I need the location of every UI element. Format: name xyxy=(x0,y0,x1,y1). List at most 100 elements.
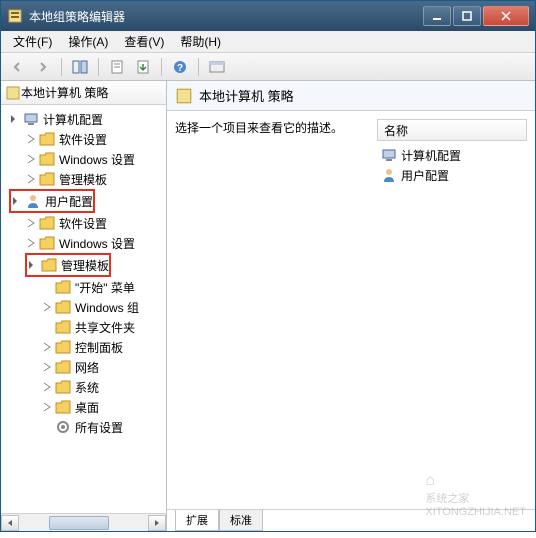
detail-tabs: 扩展 标准 xyxy=(167,509,535,531)
tree-node-computer-config[interactable]: 计算机配置 xyxy=(1,109,166,129)
detail-body: 选择一个项目来查看它的描述。 名称 计算机配置 用户配置 xyxy=(167,111,535,509)
tree-header: 本地计算机 策略 xyxy=(1,81,166,105)
tree-label: Windows 设置 xyxy=(59,151,135,168)
expander-icon[interactable] xyxy=(25,237,37,249)
detail-panel: 本地计算机 策略 选择一个项目来查看它的描述。 名称 计算机配置 用户配置 xyxy=(167,81,535,531)
window-title: 本地组策略编辑器 xyxy=(29,8,423,25)
show-hide-console-button[interactable] xyxy=(68,56,92,78)
detail-description: 选择一个项目来查看它的描述。 xyxy=(175,119,377,501)
policy-icon xyxy=(5,85,21,101)
menubar: 文件(F) 操作(A) 查看(V) 帮助(H) xyxy=(1,31,535,53)
expander-icon[interactable] xyxy=(25,153,37,165)
expander-icon[interactable] xyxy=(9,113,21,125)
tree-label: 共享文件夹 xyxy=(75,319,135,336)
tree-label: Windows 设置 xyxy=(59,235,135,252)
expander-icon[interactable] xyxy=(25,133,37,145)
tree-node-software-settings[interactable]: 软件设置 xyxy=(1,129,166,149)
scroll-right-button[interactable] xyxy=(148,515,166,531)
tree-label: 控制面板 xyxy=(75,339,123,356)
folder-icon xyxy=(39,132,55,146)
tab-extended[interactable]: 扩展 xyxy=(175,510,219,531)
tree-node-shared-folders[interactable]: 共享文件夹 xyxy=(1,317,166,337)
content-area: 本地计算机 策略 计算机配置 软件设置 Windows 设置 xyxy=(1,81,535,531)
list-item-computer-config[interactable]: 计算机配置 xyxy=(377,145,527,165)
folder-icon xyxy=(55,400,71,414)
tree-label: 网络 xyxy=(75,359,99,376)
separator xyxy=(161,58,162,76)
expander-icon[interactable] xyxy=(41,361,53,373)
tree-label: "开始" 菜单 xyxy=(75,279,135,296)
filter-button[interactable] xyxy=(205,56,229,78)
folder-icon xyxy=(39,172,55,186)
separator xyxy=(198,58,199,76)
expander-icon[interactable] xyxy=(27,259,39,271)
properties-button[interactable] xyxy=(105,56,129,78)
folder-icon xyxy=(55,340,71,354)
expander-icon[interactable] xyxy=(41,381,53,393)
folder-icon xyxy=(55,380,71,394)
expander-icon[interactable] xyxy=(41,341,53,353)
help-button[interactable]: ? xyxy=(168,56,192,78)
tree-node-start-menu[interactable]: "开始" 菜单 xyxy=(1,277,166,297)
separator xyxy=(98,58,99,76)
expander-icon[interactable] xyxy=(11,195,23,207)
tree-node-user-config[interactable]: 用户配置 xyxy=(11,191,93,211)
minimize-button[interactable] xyxy=(423,6,451,26)
tree-label: 桌面 xyxy=(75,399,99,416)
tree-root-label: 本地计算机 策略 xyxy=(21,84,108,101)
tree-label: 所有设置 xyxy=(75,419,123,436)
folder-icon xyxy=(55,320,71,334)
tree-node-admin-templates-2[interactable]: 管理模板 xyxy=(27,255,109,275)
expander-spacer xyxy=(41,421,53,433)
expander-icon[interactable] xyxy=(41,401,53,413)
expander-icon[interactable] xyxy=(41,301,53,313)
tree-node-system[interactable]: 系统 xyxy=(1,377,166,397)
tree-label: 管理模板 xyxy=(59,171,107,188)
tree-node-windows-components[interactable]: Windows 组 xyxy=(1,297,166,317)
detail-list: 名称 计算机配置 用户配置 xyxy=(377,119,527,501)
menu-view[interactable]: 查看(V) xyxy=(116,31,172,52)
tree-node-network[interactable]: 网络 xyxy=(1,357,166,377)
tree-scrollbar-horizontal[interactable] xyxy=(1,513,166,531)
computer-icon xyxy=(23,111,39,127)
menu-action[interactable]: 操作(A) xyxy=(60,31,116,52)
svg-text:?: ? xyxy=(177,63,183,74)
settings-icon xyxy=(55,419,71,435)
list-item-user-config[interactable]: 用户配置 xyxy=(377,165,527,185)
close-button[interactable] xyxy=(483,6,529,26)
tree-node-desktop[interactable]: 桌面 xyxy=(1,397,166,417)
menu-help[interactable]: 帮助(H) xyxy=(172,31,229,52)
user-icon xyxy=(381,167,397,183)
tree-node-software-settings-2[interactable]: 软件设置 xyxy=(1,213,166,233)
menu-file[interactable]: 文件(F) xyxy=(5,31,60,52)
toolbar: ? xyxy=(1,53,535,81)
expander-spacer xyxy=(41,321,53,333)
tab-standard[interactable]: 标准 xyxy=(219,510,263,531)
export-button[interactable] xyxy=(131,56,155,78)
tree-node-windows-settings[interactable]: Windows 设置 xyxy=(1,149,166,169)
forward-button[interactable] xyxy=(31,56,55,78)
tree-body[interactable]: 计算机配置 软件设置 Windows 设置 管理模板 xyxy=(1,105,166,513)
tree-node-all-settings[interactable]: 所有设置 xyxy=(1,417,166,437)
folder-icon xyxy=(39,236,55,250)
expander-icon[interactable] xyxy=(25,217,37,229)
back-button[interactable] xyxy=(5,56,29,78)
expander-spacer xyxy=(41,281,53,293)
expander-icon[interactable] xyxy=(25,173,37,185)
maximize-button[interactable] xyxy=(453,6,481,26)
computer-icon xyxy=(381,147,397,163)
tree-node-control-panel[interactable]: 控制面板 xyxy=(1,337,166,357)
tree-node-windows-settings-2[interactable]: Windows 设置 xyxy=(1,233,166,253)
column-header-name[interactable]: 名称 xyxy=(377,119,527,141)
tree-node-admin-templates[interactable]: 管理模板 xyxy=(1,169,166,189)
scroll-left-button[interactable] xyxy=(1,515,19,531)
folder-icon xyxy=(55,300,71,314)
highlight-admin-templates: 管理模板 xyxy=(25,253,111,277)
titlebar[interactable]: 本地组策略编辑器 xyxy=(1,1,535,31)
folder-icon xyxy=(41,258,57,272)
folder-icon xyxy=(55,280,71,294)
list-item-label: 计算机配置 xyxy=(401,147,461,164)
scroll-track[interactable] xyxy=(19,515,148,531)
scroll-thumb[interactable] xyxy=(49,516,109,530)
folder-icon xyxy=(39,152,55,166)
